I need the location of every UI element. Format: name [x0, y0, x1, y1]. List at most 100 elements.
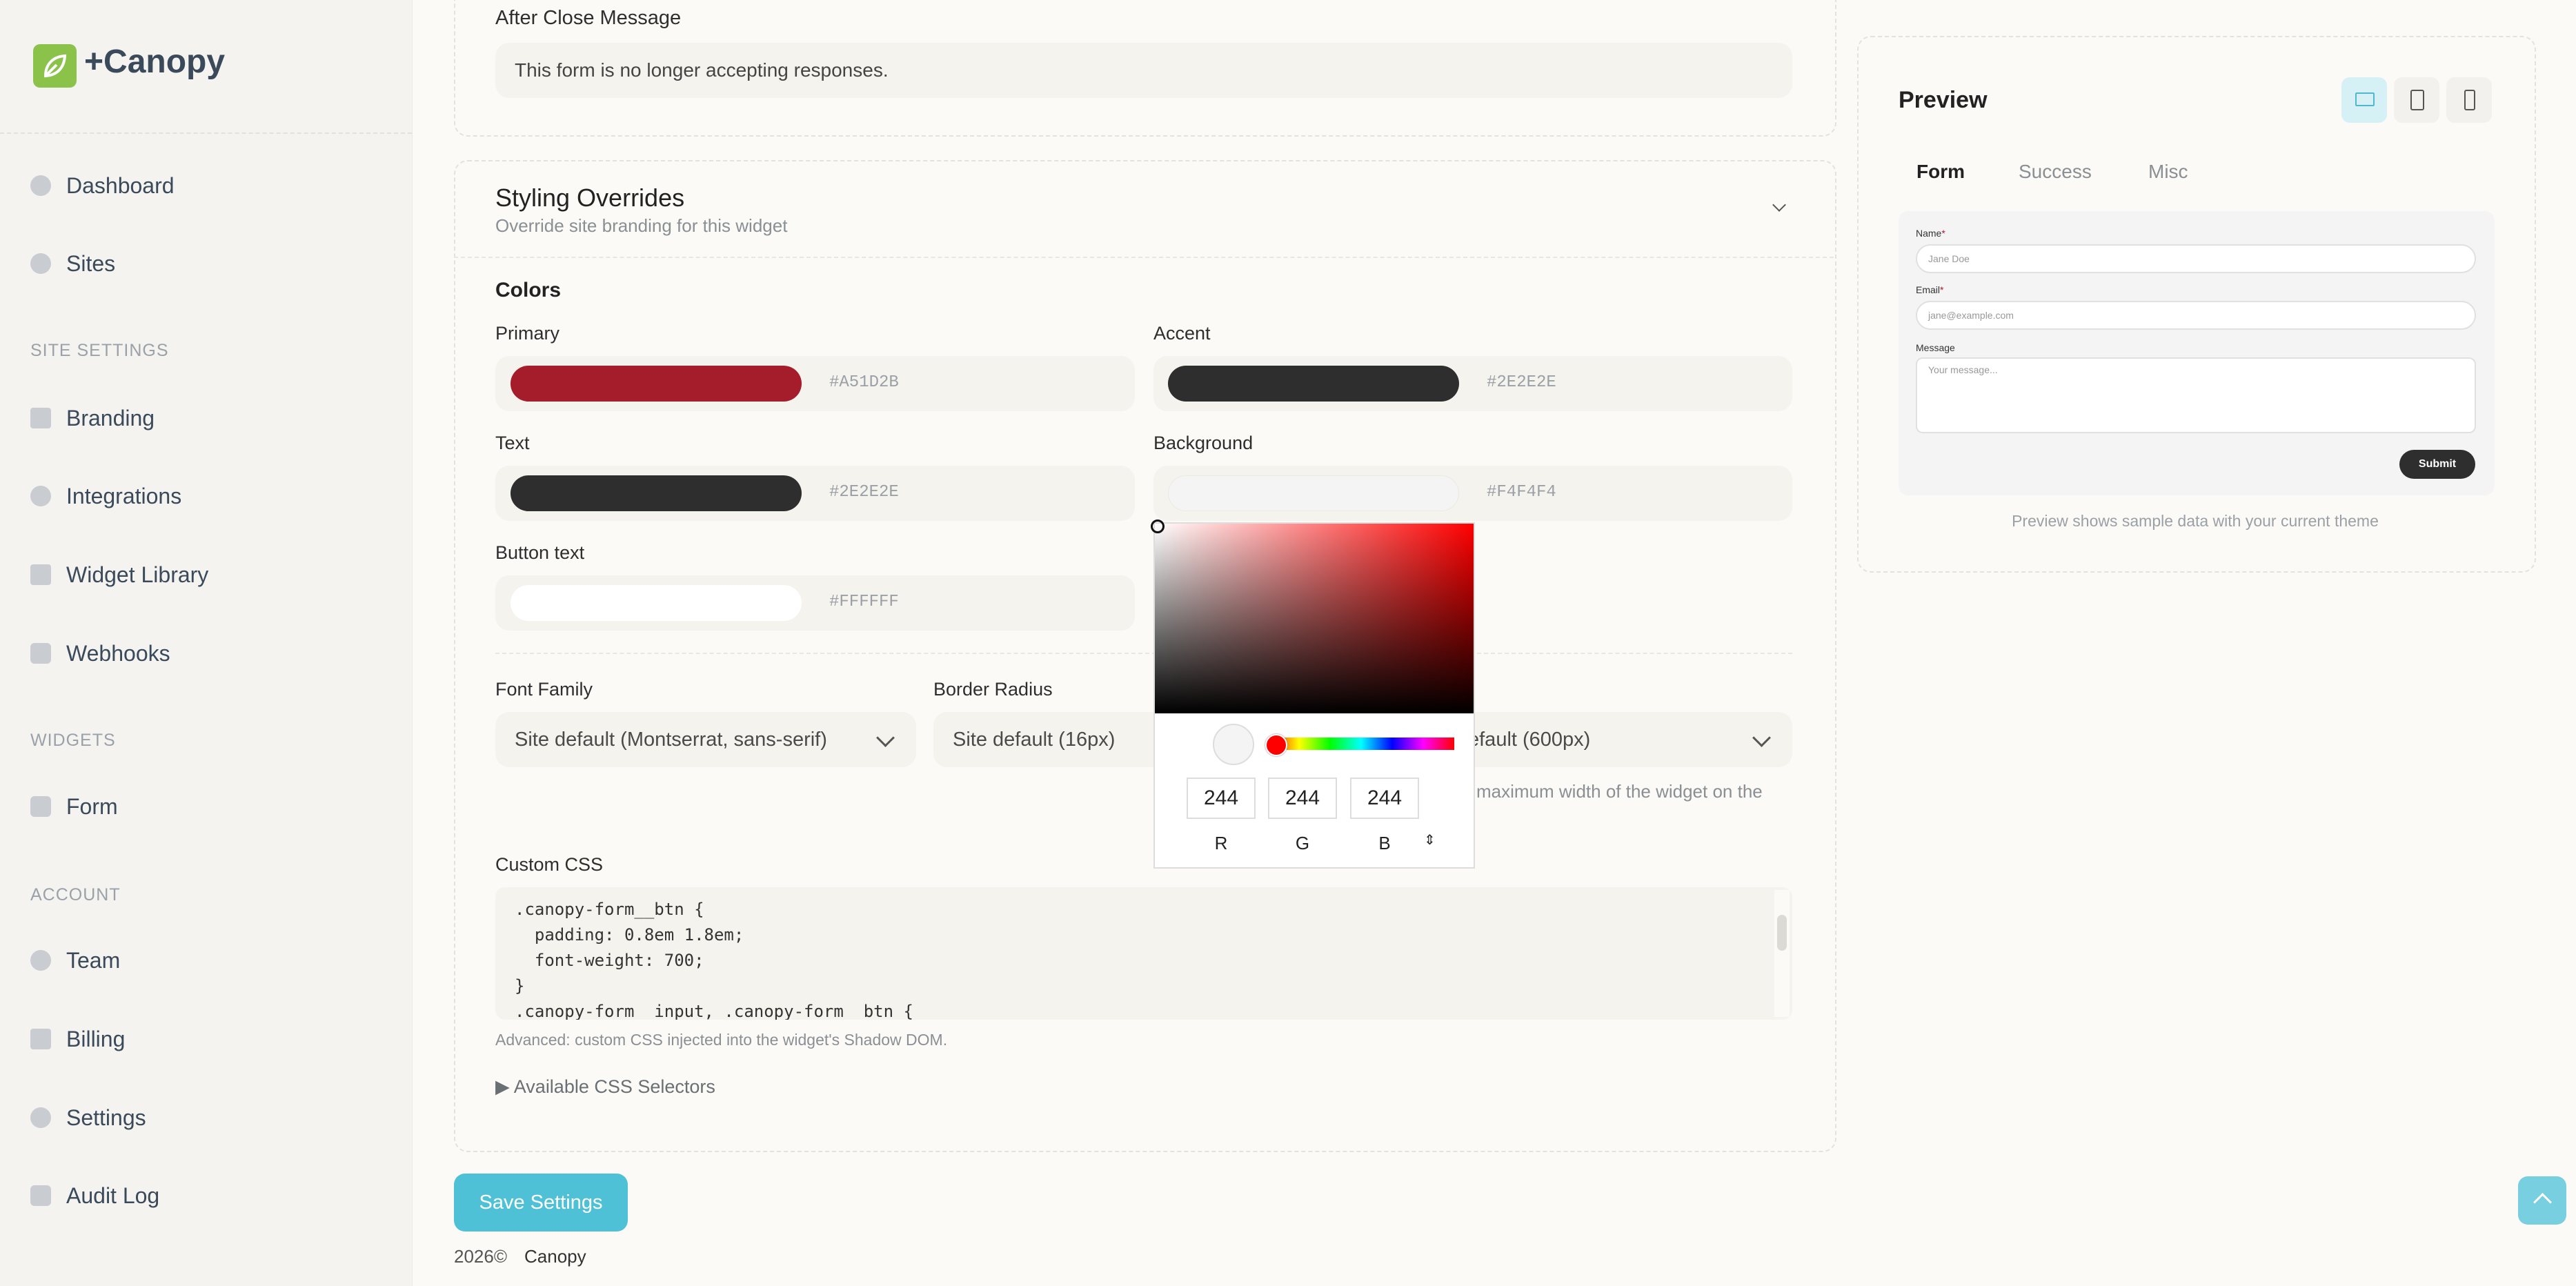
section-account: ACCOUNT	[30, 885, 121, 904]
available-selectors-toggle[interactable]: ▶ Available CSS Selectors	[495, 1076, 715, 1098]
button-text-hex[interactable]: #FFFFFF	[829, 593, 899, 611]
section-widgets: WIDGETS	[30, 731, 116, 750]
custom-css-label: Custom CSS	[495, 854, 604, 875]
css-scrollbar[interactable]	[1774, 890, 1790, 1017]
saturation-value-area[interactable]	[1155, 524, 1474, 713]
after-close-input[interactable]: This form is no longer accepting respons…	[495, 43, 1792, 98]
sidebar-item-widget-library[interactable]: Widget Library	[30, 554, 208, 595]
tab-form[interactable]: Form	[1916, 161, 1965, 183]
tab-misc[interactable]: Misc	[2148, 161, 2188, 183]
max-width-help: maximum width of the widget on the	[1476, 781, 1763, 802]
sidebar-item-team[interactable]: Team	[30, 940, 120, 981]
colors-divider	[495, 653, 1792, 654]
sidebar-item-label: Widget Library	[66, 562, 209, 587]
g-input[interactable]: 244	[1268, 778, 1337, 819]
code-line: padding: 0.8em 1.8em;	[515, 925, 744, 944]
mobile-view-button[interactable]	[2446, 77, 2492, 123]
after-close-value: This form is no longer accepting respons…	[515, 59, 889, 81]
sidebar-item-label: Dashboard	[66, 172, 175, 198]
sidebar-item-label: Integrations	[66, 483, 182, 508]
sidebar-item-label: Branding	[66, 405, 155, 431]
preview-message-textarea[interactable]: Your message...	[1916, 357, 2476, 433]
integrations-icon	[30, 486, 51, 506]
dashboard-icon	[30, 175, 51, 196]
sidebar-item-integrations[interactable]: Integrations	[30, 475, 181, 517]
desktop-view-button[interactable]	[2341, 77, 2387, 123]
custom-css-textarea[interactable]: .canopy-form__btn { padding: 0.8em 1.8em…	[495, 887, 1792, 1020]
sidebar-item-sites[interactable]: Sites	[30, 243, 115, 284]
sites-icon	[30, 253, 51, 274]
preview-submit-button[interactable]: Submit	[2399, 450, 2475, 479]
sidebar-item-form[interactable]: Form	[30, 786, 118, 827]
scrollbar-thumb[interactable]	[1777, 915, 1787, 951]
tablet-view-button[interactable]	[2394, 77, 2439, 123]
mobile-icon	[2464, 90, 2475, 110]
sidebar-item-audit-log[interactable]: Audit Log	[30, 1175, 159, 1216]
r-label: R	[1214, 833, 1228, 853]
sidebar-item-label: Sites	[66, 250, 116, 276]
g-label: G	[1295, 833, 1310, 853]
color-picker-popup[interactable]: 244 244 244 R G B ⇕	[1151, 520, 1475, 869]
accent-color-swatch[interactable]	[1168, 366, 1459, 402]
gear-icon	[30, 1107, 51, 1128]
sidebar-item-label: Team	[66, 947, 121, 973]
preview-email-input[interactable]: jane@example.com	[1916, 301, 2476, 330]
sv-handle[interactable]	[1151, 520, 1165, 533]
footer-link[interactable]: Canopy	[524, 1246, 586, 1267]
brand-name[interactable]: +Canopy	[84, 43, 225, 81]
desktop-icon	[2355, 92, 2375, 106]
preview-name-input[interactable]: Jane Doe	[1916, 244, 2476, 273]
document-icon	[30, 1185, 51, 1206]
r-input[interactable]: 244	[1187, 778, 1256, 819]
sidebar-item-label: Audit Log	[66, 1183, 160, 1208]
accent-label: Accent	[1153, 323, 1211, 344]
code-line: }	[515, 976, 525, 996]
mode-toggle-icon[interactable]: ⇕	[1424, 831, 1436, 849]
b-input[interactable]: 244	[1350, 778, 1419, 819]
scroll-to-top-button[interactable]	[2518, 1176, 2566, 1225]
sidebar-item-settings[interactable]: Settings	[30, 1097, 146, 1138]
sidebar-item-label: Form	[66, 793, 118, 819]
save-settings-button[interactable]: Save Settings	[454, 1174, 628, 1231]
hue-handle[interactable]	[1265, 734, 1287, 756]
border-radius-label: Border Radius	[933, 679, 1053, 700]
font-family-value: Site default (Montserrat, sans-serif)	[515, 729, 827, 751]
accent-hex[interactable]: #2E2E2E	[1487, 373, 1556, 392]
max-width-value: efault (600px)	[1468, 729, 1591, 751]
button-text-label: Button text	[495, 542, 585, 563]
sidebar: +Canopy Dashboard Sites SITE SETTINGS Br…	[0, 0, 413, 1286]
webhook-icon	[30, 643, 51, 664]
text-hex[interactable]: #2E2E2E	[829, 483, 899, 502]
background-hex[interactable]: #F4F4F4	[1487, 483, 1556, 502]
tab-success[interactable]: Success	[2019, 161, 2092, 183]
code-line: .canopy-form__btn {	[515, 900, 704, 919]
sidebar-item-branding[interactable]: Branding	[30, 397, 155, 439]
text-color-label: Text	[495, 433, 530, 453]
preview-note: Preview shows sample data with your curr…	[2012, 512, 2379, 530]
styling-title[interactable]: Styling Overrides	[495, 184, 684, 212]
card-header-divider	[454, 257, 1834, 258]
sidebar-divider	[0, 132, 412, 134]
background-color-swatch[interactable]	[1168, 475, 1459, 511]
button-text-color-swatch[interactable]	[511, 585, 802, 621]
tablet-icon	[2410, 90, 2424, 110]
hue-slider[interactable]	[1268, 738, 1454, 750]
sidebar-item-label: Settings	[66, 1105, 146, 1130]
grid-icon	[30, 564, 51, 585]
preview-name-label: Name*	[1916, 228, 1945, 239]
team-icon	[30, 950, 51, 971]
text-color-swatch[interactable]	[511, 475, 802, 511]
custom-css-help: Advanced: custom CSS injected into the w…	[495, 1031, 948, 1049]
brush-icon	[30, 408, 51, 428]
colors-heading: Colors	[495, 279, 562, 301]
background-label: Background	[1153, 433, 1254, 453]
after-close-label: After Close Message	[495, 7, 682, 29]
sidebar-item-billing[interactable]: Billing	[30, 1018, 125, 1060]
sidebar-item-dashboard[interactable]: Dashboard	[30, 165, 175, 206]
primary-color-swatch[interactable]	[511, 366, 802, 402]
form-icon	[30, 796, 51, 817]
primary-label: Primary	[495, 323, 559, 344]
primary-hex[interactable]: #A51D2B	[829, 373, 899, 392]
logo-icon	[33, 44, 77, 88]
sidebar-item-webhooks[interactable]: Webhooks	[30, 633, 170, 674]
